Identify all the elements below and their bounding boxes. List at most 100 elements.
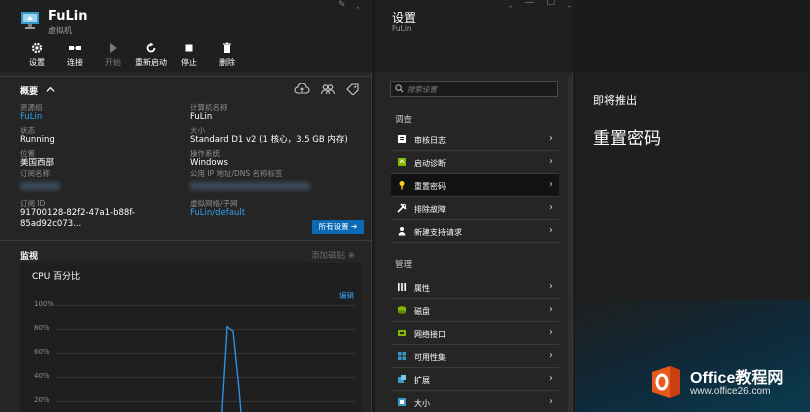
coming-soon-blade: 即将推出 重置密码: [575, 0, 810, 412]
users-icon[interactable]: [320, 83, 336, 95]
chevron-right-icon: ›: [549, 133, 553, 144]
settings-item-size[interactable]: 大小 ›: [391, 391, 559, 412]
start-button[interactable]: 开始: [94, 42, 132, 68]
stop-icon: [185, 44, 193, 52]
settings-item-label: 审核日志: [414, 136, 446, 145]
settings-item-label: 扩展: [414, 376, 430, 385]
public-ip-label: 公用 IP 地址/DNS 名称标签: [190, 169, 283, 178]
os-label: 操作系统: [190, 149, 220, 158]
stop-button-label: 停止: [181, 58, 197, 67]
settings-item-label: 属性: [414, 284, 430, 293]
status-value: Running: [20, 135, 55, 145]
vnet-link[interactable]: FuLin/default: [190, 208, 360, 219]
overview-section-header[interactable]: 概要: [0, 76, 372, 100]
settings-item-network-interface[interactable]: 网络接口 ›: [391, 322, 559, 345]
chevron-right-icon: ›: [549, 396, 553, 407]
cpu-chart-svg: [221, 325, 242, 412]
restart-icon: [146, 42, 156, 53]
settings-item-label: 可用性集: [414, 353, 446, 362]
settings-button-label: 设置: [29, 58, 45, 67]
settings-search-box[interactable]: [390, 81, 558, 97]
group-header-investigate: 调查: [395, 115, 413, 125]
settings-item-disk[interactable]: 磁盘 ›: [391, 299, 559, 322]
connect-button[interactable]: 连接: [56, 42, 94, 68]
boot-diagnostics-icon: [398, 158, 406, 166]
availability-set-icon: [398, 352, 406, 360]
resource-group-link[interactable]: FuLin: [20, 112, 190, 123]
monitoring-section-header: 监视 添加磁贴 ⊕: [0, 240, 372, 264]
settings-item-label: 网络接口: [414, 330, 446, 339]
settings-header: 设置 FuLin ‸ — ☐ ‸: [375, 0, 573, 72]
settings-item-extensions[interactable]: 扩展 ›: [391, 368, 559, 391]
network-interface-icon: [398, 330, 406, 336]
minimize-icon[interactable]: ‸: [509, 0, 512, 8]
subscription-name-label: 订阅名称: [20, 169, 50, 178]
all-settings-button[interactable]: 所有设置 ➔: [312, 220, 364, 234]
virtual-machine-icon: [21, 12, 39, 29]
cpu-series-line: [221, 325, 242, 412]
settings-item-troubleshoot[interactable]: 排除故障 ›: [391, 197, 559, 220]
vm-subtitle: 虚拟机: [48, 26, 72, 35]
chevron-right-icon: ›: [549, 304, 553, 315]
watermark-brand: Office教程网: [690, 370, 784, 387]
settings-item-label: 大小: [414, 399, 430, 408]
settings-item-properties[interactable]: 属性 ›: [391, 276, 559, 299]
chevron-right-icon: ›: [549, 281, 553, 292]
location-value: 美国西部: [20, 158, 55, 168]
status-label: 状态: [20, 126, 35, 135]
settings-button[interactable]: 设置: [18, 42, 56, 68]
settings-item-label: 新建支持请求: [414, 228, 462, 237]
vm-title: FuLin: [48, 9, 88, 24]
minimize-icon[interactable]: ‸: [356, 0, 359, 9]
computer-name-value: FuLin: [190, 112, 213, 122]
settings-item-boot-diagnostics[interactable]: 启动诊断 ›: [391, 151, 559, 174]
cloud-upload-icon[interactable]: [294, 83, 310, 95]
subscription-id-label: 订阅 ID: [20, 199, 46, 208]
settings-item-key[interactable]: 重置密码 ›: [391, 174, 559, 197]
stop-button[interactable]: 停止: [170, 42, 208, 68]
coming-soon-header: [575, 0, 810, 72]
chevron-right-icon: ›: [549, 225, 553, 236]
search-icon: [395, 84, 404, 93]
start-button-label: 开始: [105, 58, 121, 67]
settings-item-label: 磁盘: [414, 307, 430, 316]
key-icon: [399, 181, 405, 190]
public-ip-value: [190, 178, 360, 194]
settings-scrollbar[interactable]: [568, 76, 572, 412]
connect-button-label: 连接: [67, 58, 83, 67]
essentials-left: 资源组 FuLin 状态 Running 位置 美国西部 订阅名称 订阅 ID …: [20, 103, 190, 230]
add-tile-button[interactable]: 添加磁贴 ⊕: [311, 249, 355, 261]
group-header-manage: 管理: [395, 260, 413, 270]
chevron-right-icon: ›: [549, 327, 553, 338]
settings-blade: 设置 FuLin ‸ — ☐ ‸ 调查 审核日志 › 启动诊断 › 重置密码 › 排除故障 ›…: [375, 0, 573, 412]
delete-button[interactable]: 删除: [208, 42, 246, 68]
restart-button[interactable]: 重新启动: [132, 42, 170, 68]
chevron-up-icon[interactable]: [46, 85, 55, 94]
chevron-right-icon: ›: [549, 156, 553, 167]
connect-icon: [69, 46, 81, 50]
gear-icon: [31, 42, 43, 54]
watermark-url: www.office26.com: [690, 386, 771, 397]
chevron-right-icon: ›: [549, 179, 553, 190]
size-value: Standard D1 v2 (1 核心，3.5 GB 内存): [190, 135, 348, 145]
cpu-chart-tile[interactable]: CPU 百分比 编辑 100% 80% 60% 40% 20%: [20, 263, 362, 412]
pin-icon[interactable]: ‸: [567, 0, 570, 8]
settings-search-input[interactable]: [407, 83, 555, 95]
settings-item-support-request[interactable]: 新建支持请求 ›: [391, 220, 559, 243]
support-request-icon: [398, 227, 406, 236]
coming-soon-title: 重置密码: [593, 129, 661, 149]
settings-item-label: 启动诊断: [414, 159, 446, 168]
properties-icon: [398, 283, 406, 291]
audit-log-icon: [398, 135, 406, 143]
trash-icon: [223, 42, 231, 53]
settings-item-audit-log[interactable]: 审核日志 ›: [391, 128, 559, 151]
settings-item-availability-set[interactable]: 可用性集 ›: [391, 345, 559, 368]
tag-icon[interactable]: [346, 83, 360, 95]
vm-blade: FuLin 虚拟机 ✎ ‸ 设置 连接 开始 重新启动 停止 删除 概要 资源组…: [0, 0, 372, 412]
maximize-icon[interactable]: ☐: [546, 0, 555, 8]
minimize-bar-icon[interactable]: —: [524, 0, 534, 8]
watermark: Office教程网 www.office26.com: [646, 360, 806, 406]
play-icon: [110, 43, 117, 53]
pin-icon[interactable]: ✎: [338, 0, 346, 10]
settings-subtitle: FuLin: [392, 24, 412, 33]
